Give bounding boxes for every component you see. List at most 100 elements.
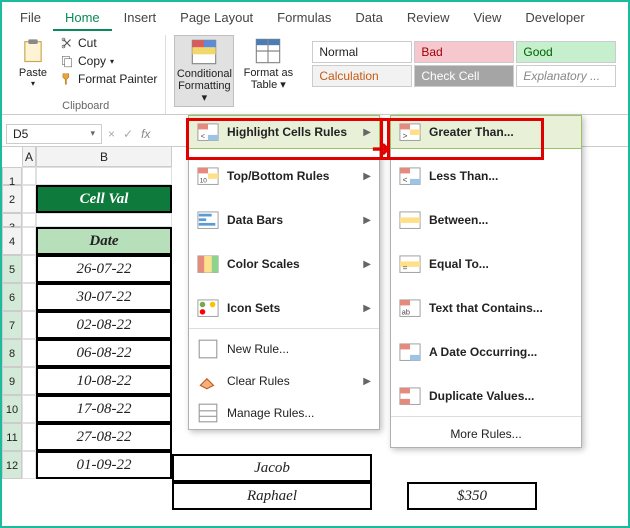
copy-button[interactable]: Copy ▾: [58, 53, 159, 69]
row-header[interactable]: 3: [2, 213, 22, 227]
format-as-table-button[interactable]: Format asTable ▾: [238, 35, 298, 93]
row-header[interactable]: 2: [2, 185, 22, 213]
group-cell-styles: Normal Bad Good Calculation Check Cell E…: [306, 35, 622, 114]
conditional-formatting-button[interactable]: ConditionalFormatting ▾: [174, 35, 234, 107]
row-header[interactable]: 1: [2, 167, 22, 185]
manage-rules-icon: [197, 403, 219, 423]
row-header[interactable]: 6: [2, 283, 22, 311]
brush-icon: [60, 72, 74, 86]
tab-formulas[interactable]: Formulas: [265, 6, 343, 31]
row-header[interactable]: 11: [2, 423, 22, 451]
style-bad[interactable]: Bad: [414, 41, 514, 63]
menu-more-rules[interactable]: More Rules...: [391, 421, 581, 447]
svg-text:<: <: [201, 131, 205, 140]
tab-review[interactable]: Review: [395, 6, 462, 31]
conditional-formatting-label: ConditionalFormatting ▾: [177, 68, 232, 104]
scissors-icon: [60, 36, 74, 50]
menu-label: Top/Bottom Rules: [227, 169, 355, 183]
menu-label: Greater Than...: [429, 125, 573, 139]
data-cell[interactable]: 26-07-22: [36, 255, 172, 283]
fx-icon[interactable]: fx: [141, 127, 150, 141]
row-header[interactable]: 10: [2, 395, 22, 423]
copy-icon: [60, 54, 74, 68]
data-cell[interactable]: 01-09-22: [36, 451, 172, 479]
name-box[interactable]: D5 ▾: [6, 124, 102, 144]
name-box-value: D5: [13, 127, 28, 141]
ribbon: Paste ▾ Cut Copy ▾ Format Painter C: [2, 31, 628, 115]
menu-label: More Rules...: [399, 427, 573, 441]
data-cell[interactable]: 10-08-22: [36, 367, 172, 395]
data-cell[interactable]: Raphael: [172, 482, 372, 510]
menu-label: New Rule...: [227, 342, 371, 356]
highlight-rules-icon: <: [197, 122, 219, 142]
group-styles-left: ConditionalFormatting ▾ Format asTable ▾: [168, 35, 304, 114]
menu-color-scales[interactable]: Color Scales ▶: [189, 248, 379, 280]
style-explanatory[interactable]: Explanatory ...: [516, 65, 616, 87]
svg-text:=: =: [403, 263, 408, 272]
style-good[interactable]: Good: [516, 41, 616, 63]
tab-view[interactable]: View: [461, 6, 513, 31]
paste-button[interactable]: Paste ▾: [12, 35, 54, 90]
menu-label: Highlight Cells Rules: [227, 125, 355, 139]
menu-equal-to[interactable]: = Equal To...: [391, 248, 581, 280]
top-bottom-icon: 10: [197, 166, 219, 186]
svg-text:10: 10: [200, 177, 208, 184]
title-cell[interactable]: Cell Val: [36, 185, 172, 213]
tab-page-layout[interactable]: Page Layout: [168, 6, 265, 31]
group-clipboard: Paste ▾ Cut Copy ▾ Format Painter C: [6, 35, 166, 114]
menu-clear-rules[interactable]: Clear Rules ▶: [189, 365, 379, 397]
equal-to-icon: =: [399, 254, 421, 274]
cut-button[interactable]: Cut: [58, 35, 159, 51]
date-header-cell[interactable]: Date: [36, 227, 172, 255]
data-cell[interactable]: 02-08-22: [36, 311, 172, 339]
menu-greater-than[interactable]: > Greater Than...: [390, 115, 582, 149]
menu-between[interactable]: Between...: [391, 204, 581, 236]
greater-than-icon: >: [399, 122, 421, 142]
menu-label: Equal To...: [429, 257, 573, 271]
row-header[interactable]: 12: [2, 451, 22, 479]
data-bars-icon: [197, 210, 219, 230]
menu-duplicate-values[interactable]: Duplicate Values...: [391, 380, 581, 412]
icon-sets-icon: [197, 298, 219, 318]
duplicate-icon: [399, 386, 421, 406]
format-painter-button[interactable]: Format Painter: [58, 71, 159, 87]
tab-data[interactable]: Data: [343, 6, 394, 31]
chevron-right-icon: ▶: [363, 303, 371, 314]
tab-home[interactable]: Home: [53, 6, 112, 31]
menu-label: Text that Contains...: [429, 301, 573, 315]
data-cell[interactable]: $350: [407, 482, 537, 510]
menu-data-bars[interactable]: Data Bars ▶: [189, 204, 379, 236]
tab-developer[interactable]: Developer: [513, 6, 596, 31]
col-header-a[interactable]: A: [22, 147, 36, 167]
data-cell[interactable]: Jacob: [172, 454, 372, 482]
paste-label: Paste: [19, 67, 47, 79]
tab-insert[interactable]: Insert: [112, 6, 169, 31]
menu-less-than[interactable]: < Less Than...: [391, 160, 581, 192]
style-normal[interactable]: Normal: [312, 41, 412, 63]
menu-date-occurring[interactable]: A Date Occurring...: [391, 336, 581, 368]
style-check-cell[interactable]: Check Cell: [414, 65, 514, 87]
data-cell[interactable]: 27-08-22: [36, 423, 172, 451]
row-header[interactable]: 9: [2, 367, 22, 395]
menu-highlight-cells-rules[interactable]: < Highlight Cells Rules ▶: [188, 115, 380, 149]
copy-label: Copy: [78, 54, 106, 68]
row-header[interactable]: 4: [2, 227, 22, 255]
row-header[interactable]: 7: [2, 311, 22, 339]
menu-manage-rules[interactable]: Manage Rules...: [189, 397, 379, 429]
menu-icon-sets[interactable]: Icon Sets ▶: [189, 292, 379, 324]
data-cell[interactable]: 17-08-22: [36, 395, 172, 423]
col-header-b[interactable]: B: [36, 147, 172, 167]
data-cell[interactable]: 06-08-22: [36, 339, 172, 367]
menu-label: Manage Rules...: [227, 406, 371, 420]
tab-file[interactable]: File: [8, 6, 53, 31]
chevron-right-icon: ▶: [363, 171, 371, 182]
menu-label: Duplicate Values...: [429, 389, 573, 403]
menu-top-bottom-rules[interactable]: 10 Top/Bottom Rules ▶: [189, 160, 379, 192]
row-header[interactable]: 8: [2, 339, 22, 367]
menu-new-rule[interactable]: New Rule...: [189, 333, 379, 365]
row-header[interactable]: 5: [2, 255, 22, 283]
data-cell[interactable]: 30-07-22: [36, 283, 172, 311]
style-calculation[interactable]: Calculation: [312, 65, 412, 87]
menu-text-contains[interactable]: ab Text that Contains...: [391, 292, 581, 324]
date-icon: [399, 342, 421, 362]
